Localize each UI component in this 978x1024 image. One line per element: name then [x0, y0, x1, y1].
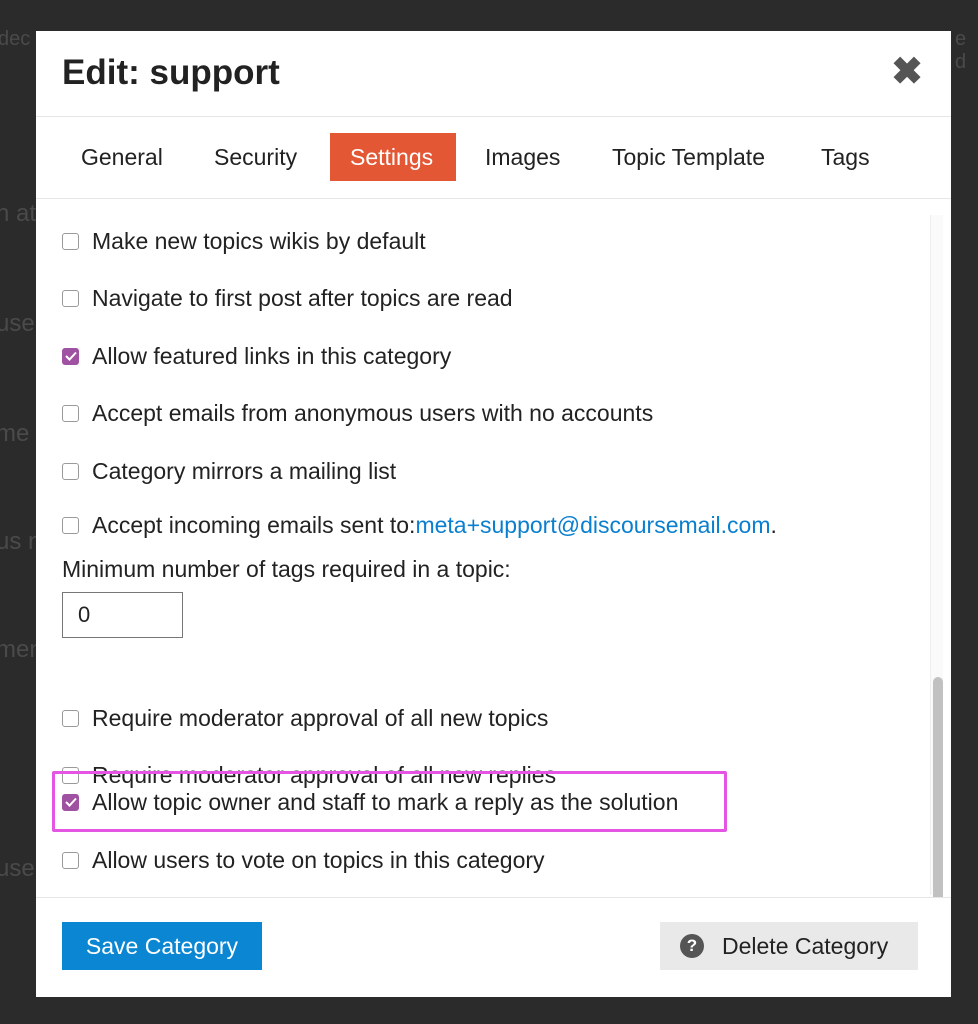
- option-mark-solution[interactable]: Allow topic owner and staff to mark a re…: [62, 785, 678, 819]
- scrollbar[interactable]: [930, 215, 943, 897]
- option-label: Accept emails from anonymous users with …: [92, 399, 654, 426]
- min-tags-label: Minimum number of tags required in a top…: [62, 556, 511, 582]
- checkbox[interactable]: [62, 232, 79, 250]
- modal-header: Edit: support ✖: [36, 31, 951, 117]
- checkbox[interactable]: [62, 516, 79, 534]
- incoming-email-link[interactable]: meta+support@discoursemail.com: [415, 512, 770, 539]
- scrollbar-thumb[interactable]: [933, 677, 943, 897]
- option-label: Require moderator approval of all new to…: [92, 704, 549, 731]
- option-topic-voting[interactable]: Allow users to vote on topics in this ca…: [62, 843, 545, 877]
- edit-category-modal: Edit: support ✖ General Security Setting…: [36, 31, 951, 997]
- option-label: Category mirrors a mailing list: [92, 457, 397, 484]
- tab-tags[interactable]: Tags: [801, 133, 890, 181]
- modal-footer: Save Category ? Delete Category: [36, 897, 951, 997]
- checkbox[interactable]: [62, 289, 79, 307]
- tab-general[interactable]: General: [61, 133, 183, 181]
- backdrop-text-fragment: me: [0, 420, 30, 447]
- backdrop-text-fragment: e d: [955, 28, 967, 73]
- tab-settings[interactable]: Settings: [330, 133, 456, 181]
- check-icon: [64, 797, 77, 807]
- save-category-button[interactable]: Save Category: [62, 922, 262, 970]
- tab-security[interactable]: Security: [194, 133, 317, 181]
- checkbox[interactable]: [62, 462, 79, 480]
- option-label: Allow featured links in this category: [92, 342, 452, 369]
- option-approve-topics[interactable]: Require moderator approval of all new to…: [62, 701, 548, 735]
- tab-bar: General Security Settings Images Topic T…: [36, 117, 951, 199]
- option-label: Allow users to vote on topics in this ca…: [92, 846, 545, 873]
- backdrop-text-fragment: use: [0, 855, 35, 882]
- checkbox[interactable]: [62, 404, 79, 422]
- checkbox[interactable]: [62, 851, 79, 869]
- option-navigate-first-post[interactable]: Navigate to first post after topics are …: [62, 281, 513, 315]
- option-label: Navigate to first post after topics are …: [92, 284, 513, 311]
- min-tags-input[interactable]: 0: [62, 592, 183, 638]
- delete-category-button[interactable]: ? Delete Category: [660, 922, 918, 970]
- checkbox[interactable]: [62, 709, 79, 727]
- close-icon[interactable]: ✖: [891, 53, 923, 91]
- option-label: Make new topics wikis by default: [92, 227, 426, 254]
- option-suffix: .: [770, 511, 777, 538]
- backdrop-text-fragment: dec: [0, 28, 31, 50]
- option-anonymous-emails[interactable]: Accept emails from anonymous users with …: [62, 396, 653, 430]
- check-icon: [64, 351, 77, 361]
- option-label: Allow topic owner and staff to mark a re…: [92, 788, 679, 815]
- settings-panel: Make new topics wikis by default Navigat…: [36, 199, 951, 897]
- option-label: Accept incoming emails sent to:: [92, 511, 416, 538]
- option-mailing-list[interactable]: Category mirrors a mailing list: [62, 454, 396, 488]
- backdrop-text-fragment: use: [0, 310, 35, 337]
- backdrop-text-fragment: n at: [0, 200, 37, 227]
- option-incoming-emails[interactable]: Accept incoming emails sent to: meta+sup…: [62, 508, 777, 542]
- question-circle-icon: ?: [680, 934, 704, 958]
- delete-category-label: Delete Category: [722, 933, 889, 959]
- tab-topic-template[interactable]: Topic Template: [592, 133, 785, 181]
- checkbox-checked[interactable]: [62, 793, 79, 811]
- option-wiki-default[interactable]: Make new topics wikis by default: [62, 224, 426, 258]
- option-featured-links[interactable]: Allow featured links in this category: [62, 339, 451, 373]
- modal-title: Edit: support: [62, 53, 280, 92]
- checkbox-checked[interactable]: [62, 347, 79, 365]
- tab-images[interactable]: Images: [465, 133, 580, 181]
